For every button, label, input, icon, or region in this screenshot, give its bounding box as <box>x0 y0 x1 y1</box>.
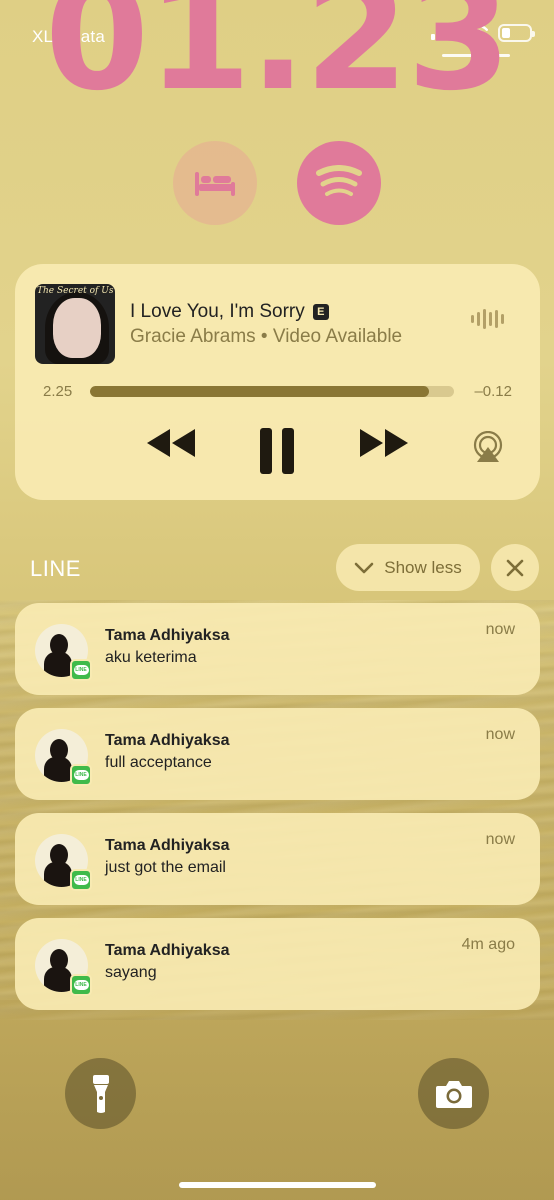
show-less-button[interactable]: Show less <box>336 544 480 591</box>
notification-group-app: LINE <box>30 556 81 581</box>
notification-card[interactable]: LINE Tama Adhiyaksa full acceptance now <box>15 708 540 800</box>
line-app-icon: LINE <box>70 974 92 996</box>
playback-scrubber[interactable] <box>90 386 454 397</box>
notification-time: now <box>485 621 515 638</box>
notification-time: now <box>485 726 515 743</box>
notification-time: now <box>485 831 515 848</box>
notification-message: sayang <box>105 964 157 981</box>
airplay-button[interactable] <box>472 431 504 463</box>
lock-screen-clock: 01.23 <box>44 0 511 124</box>
sleep-widget[interactable] <box>173 141 257 225</box>
playback-progress-fill <box>90 386 429 397</box>
notification-sender: Tama Adhiyaksa <box>105 627 230 644</box>
notification-card[interactable]: LINE Tama Adhiyaksa aku keterima now <box>15 603 540 695</box>
now-playing-card[interactable]: The Secret of Us I Love You, I'm Sorry E… <box>15 264 540 500</box>
album-art[interactable]: The Secret of Us <box>35 284 115 364</box>
airplay-icon <box>473 431 503 462</box>
pause-button[interactable] <box>258 427 296 475</box>
notification-sender: Tama Adhiyaksa <box>105 732 230 749</box>
track-title-text: I Love You, I'm Sorry <box>130 301 305 322</box>
home-indicator[interactable] <box>179 1182 376 1188</box>
spotify-widget[interactable] <box>297 141 381 225</box>
notification-card[interactable]: LINE Tama Adhiyaksa sayang 4m ago <box>15 918 540 1010</box>
line-app-icon: LINE <box>70 659 92 681</box>
time-elapsed: 2.25 <box>43 383 73 400</box>
flashlight-button[interactable] <box>65 1058 136 1129</box>
clear-notifications-button[interactable] <box>491 544 539 591</box>
chevron-down-icon <box>354 562 374 573</box>
camera-button[interactable] <box>418 1058 489 1129</box>
track-artist: Gracie Abrams • Video Available <box>130 326 403 347</box>
notification-message: full acceptance <box>105 754 212 771</box>
flashlight-icon <box>92 1074 109 1113</box>
bed-icon <box>195 172 235 196</box>
line-app-icon: LINE <box>70 869 92 891</box>
time-remaining: –0.12 <box>474 383 512 400</box>
notification-message: aku keterima <box>105 649 197 666</box>
notification-time: 4m ago <box>461 936 515 953</box>
line-app-icon: LINE <box>70 764 92 786</box>
fast-forward-button[interactable] <box>358 427 410 459</box>
rewind-icon <box>147 429 195 457</box>
show-less-label: Show less <box>384 557 462 577</box>
spotify-icon <box>316 165 362 196</box>
notification-message: just got the email <box>105 859 226 876</box>
rewind-button[interactable] <box>145 427 197 459</box>
notification-sender: Tama Adhiyaksa <box>105 837 230 854</box>
fast-forward-icon <box>360 429 408 457</box>
notification-card[interactable]: LINE Tama Adhiyaksa just got the email n… <box>15 813 540 905</box>
album-title-text: The Secret of Us <box>37 286 114 296</box>
camera-icon <box>435 1080 472 1108</box>
close-icon <box>506 559 524 576</box>
explicit-badge: E <box>312 304 329 320</box>
pause-icon <box>260 428 294 474</box>
notification-sender: Tama Adhiyaksa <box>105 942 230 959</box>
album-art-face <box>53 298 101 358</box>
track-title: I Love You, I'm Sorry E <box>130 301 329 323</box>
audio-wave-icon <box>471 308 504 330</box>
